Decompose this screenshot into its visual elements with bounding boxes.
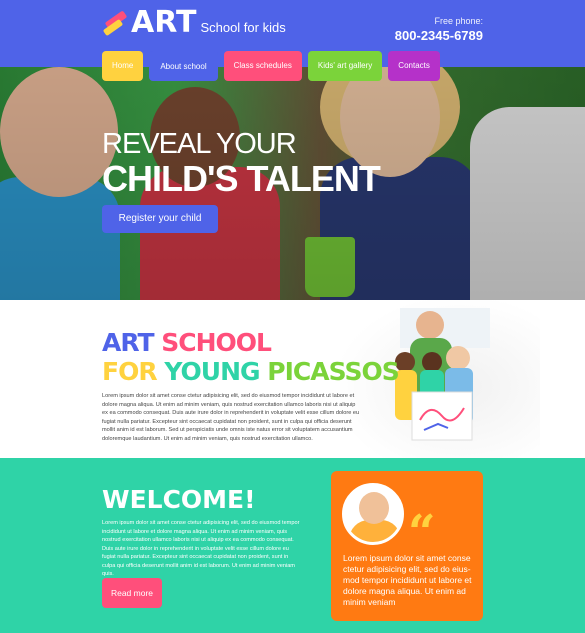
phone-block: Free phone: 800-2345-6789 xyxy=(395,16,483,43)
site-logo[interactable]: ART School for kids xyxy=(101,8,286,38)
art-school-paragraph: Lorem ipsum dolor sit amet conse ctetur … xyxy=(102,393,360,442)
nav-item-class-schedules[interactable]: Class schedules xyxy=(223,51,302,81)
nav-item-contacts[interactable]: Contacts xyxy=(388,51,440,81)
main-nav: Home About school Class schedules Kids' … xyxy=(102,51,440,81)
welcome-title: WELCOME! xyxy=(102,485,256,514)
phone-number[interactable]: 800-2345-6789 xyxy=(395,28,483,43)
welcome-paragraph: Lorem ipsum dolor sit amet conse ctetur … xyxy=(102,520,300,577)
nav-item-about-school[interactable]: About school xyxy=(149,51,218,81)
logo-word: ART xyxy=(131,5,197,40)
quote-icon: “ xyxy=(408,505,436,561)
avatar xyxy=(342,483,404,545)
art-school-heading-line1: ART SCHOOL xyxy=(102,328,272,357)
art-school-heading-line2: FOR YOUNG PICASSOS xyxy=(102,357,400,386)
hero-title-line1: REVEAL YOUR xyxy=(102,128,297,160)
heading-word-picassos: PICASSOS xyxy=(267,357,399,386)
heading-word-young: YOUNG xyxy=(164,357,260,386)
heading-word-art: ART xyxy=(102,328,155,357)
read-more-button[interactable]: Read more xyxy=(102,578,162,608)
hero-title-line2: CHILD'S TALENT xyxy=(102,158,381,199)
heading-word-school: SCHOOL xyxy=(161,328,272,357)
nav-item-home[interactable]: Home xyxy=(102,51,144,81)
testimonial-text: Lorem ipsum dolor sit amet conse ctetur … xyxy=(343,553,472,607)
pencils-icon xyxy=(101,10,129,38)
nav-item-kids-art-gallery[interactable]: Kids' art gallery xyxy=(307,51,383,81)
heading-word-for: FOR xyxy=(102,357,158,386)
phone-label: Free phone: xyxy=(434,16,483,26)
register-button[interactable]: Register your child xyxy=(102,205,218,233)
logo-tagline: School for kids xyxy=(200,20,286,35)
